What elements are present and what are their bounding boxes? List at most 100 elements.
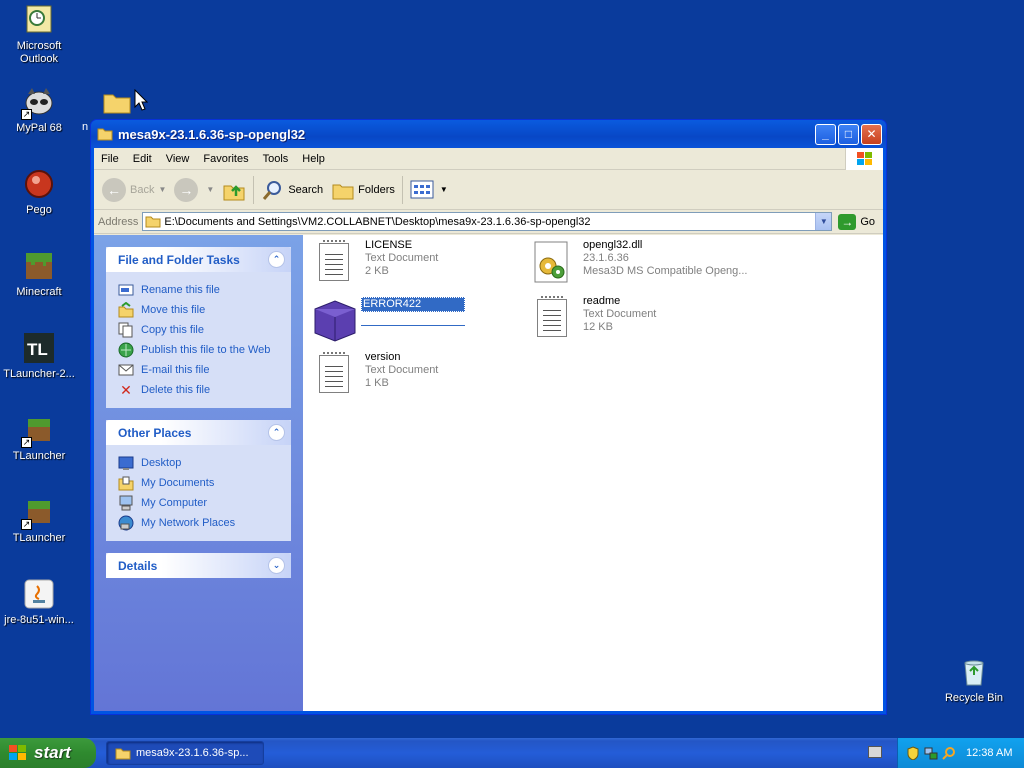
task-rename[interactable]: Rename this file: [118, 280, 291, 300]
desktop-icon-tlauncher-1[interactable]: ↗ TLauncher: [0, 414, 79, 463]
search-icon[interactable]: [942, 746, 956, 760]
collapse-button[interactable]: ⌃: [268, 424, 285, 441]
toolbar-separator: [401, 175, 403, 204]
menu-help[interactable]: Help: [295, 153, 332, 165]
views-button[interactable]: ▼: [406, 174, 452, 206]
windows-logo-icon: [9, 745, 26, 760]
views-icon: [410, 180, 434, 198]
menu-file[interactable]: File: [94, 153, 126, 165]
place-my-computer[interactable]: My Computer: [118, 493, 291, 513]
start-button[interactable]: start: [0, 738, 96, 768]
collapse-button[interactable]: ⌃: [268, 251, 285, 268]
mypal-icon: ↗: [21, 86, 55, 120]
desktop-icon-pego[interactable]: Pego: [0, 168, 79, 217]
address-dropdown-button[interactable]: ▼: [815, 213, 832, 230]
file-item-readme[interactable]: readme Text Document 12 KB: [529, 295, 749, 343]
taskbar-app-explorer[interactable]: mesa9x-23.1.6.36-sp...: [106, 741, 264, 765]
text-document-icon: [529, 295, 577, 343]
back-label: Back: [130, 183, 155, 196]
file-item-opengl32[interactable]: opengl32.dll 23.1.6.36 Mesa3D MS Compati…: [529, 239, 769, 287]
forward-button[interactable]: → ▼: [170, 174, 218, 206]
task-label: Rename this file: [141, 284, 220, 296]
text-document-icon: [311, 239, 359, 287]
place-label: My Documents: [141, 477, 215, 489]
address-bar: Address E:\Documents and Settings\VM2.CO…: [94, 210, 883, 234]
file-name-editing[interactable]: ERROR422: [361, 297, 465, 312]
recycle-bin-icon: [958, 656, 990, 688]
file-name: version: [365, 351, 401, 363]
shortcut-arrow-icon: ↗: [21, 109, 32, 120]
minimize-button[interactable]: _: [815, 123, 836, 145]
menu-view[interactable]: View: [159, 153, 197, 165]
up-folder-icon: [223, 184, 245, 200]
task-publish[interactable]: Publish this file to the Web: [118, 340, 291, 360]
pego-icon: [23, 168, 55, 200]
publish-icon: [118, 342, 134, 358]
shortcut-arrow-icon: ↗: [21, 519, 32, 530]
taskbar: start mesa9x-23.1.6.36-sp... 12:38 AM: [0, 738, 1024, 768]
keyboard-icon[interactable]: [868, 746, 882, 758]
menu-bar: File Edit View Favorites Tools Help: [94, 148, 883, 170]
minimize-icon: _: [822, 127, 829, 141]
minecraft-icon: [23, 250, 55, 282]
desktop-icon-tlauncher-installer[interactable]: TL TLauncher-2...: [0, 332, 79, 381]
menu-favorites[interactable]: Favorites: [196, 153, 255, 165]
title-bar[interactable]: mesa9x-23.1.6.36-sp-opengl32 _ □ ✕: [91, 120, 886, 148]
task-move[interactable]: Move this file: [118, 300, 291, 320]
file-item-license[interactable]: LICENSE Text Document 2 KB: [311, 239, 531, 287]
desktop-icon-mypal[interactable]: ↗ MyPal 68: [0, 86, 79, 135]
file-item-version[interactable]: version Text Document 1 KB: [311, 351, 531, 399]
toolbar-separator: [253, 175, 255, 204]
back-button[interactable]: ← Back ▼: [98, 174, 170, 206]
search-button[interactable]: Search: [257, 174, 327, 206]
menu-tools[interactable]: Tools: [256, 153, 296, 165]
folders-icon: [332, 184, 354, 199]
go-button[interactable]: → Go: [832, 213, 883, 230]
maximize-button[interactable]: □: [838, 123, 859, 145]
system-tray: 12:38 AM: [897, 738, 1024, 768]
my-documents-icon: [118, 475, 134, 491]
clock[interactable]: 12:38 AM: [966, 747, 1012, 759]
other-places-header[interactable]: Other Places ⌃: [106, 420, 291, 445]
tlauncher-logo-icon: TL: [23, 332, 55, 364]
security-shield-icon[interactable]: [906, 746, 920, 760]
task-label: Publish this file to the Web: [141, 344, 271, 356]
address-input[interactable]: E:\Documents and Settings\VM2.COLLABNET\…: [142, 212, 833, 231]
details-header[interactable]: Details ⌄: [106, 553, 291, 578]
close-button[interactable]: ✕: [861, 123, 882, 145]
desktop-icon-recycle-bin[interactable]: Recycle Bin: [934, 656, 1014, 705]
file-item-error422[interactable]: ERROR422: [307, 297, 527, 345]
my-computer-icon: [118, 495, 134, 511]
task-copy[interactable]: Copy this file: [118, 320, 291, 340]
chevron-down-icon: ▼: [206, 185, 215, 194]
file-tasks-header[interactable]: File and Folder Tasks ⌃: [106, 247, 291, 272]
desktop-icon-outlook[interactable]: Microsoft Outlook: [0, 4, 79, 66]
up-folder-button[interactable]: [218, 174, 250, 206]
desktop-icon-minecraft[interactable]: Minecraft: [0, 250, 79, 299]
expand-button[interactable]: ⌄: [268, 557, 285, 574]
file-tasks-list: Rename this file Move this file Copy thi…: [106, 272, 291, 408]
place-network[interactable]: My Network Places: [118, 513, 291, 533]
task-email[interactable]: E-mail this file: [118, 360, 291, 380]
file-list: LICENSE Text Document 2 KB opengl32.dll …: [303, 235, 883, 711]
network-icon[interactable]: [924, 746, 938, 760]
place-my-documents[interactable]: My Documents: [118, 473, 291, 493]
selected-file-name[interactable]: ERROR422: [361, 297, 465, 312]
place-label: My Network Places: [141, 517, 236, 529]
tlauncher-icon: ↗: [21, 496, 55, 530]
menu-edit[interactable]: Edit: [126, 153, 159, 165]
other-places-title: Other Places: [118, 425, 192, 440]
place-desktop[interactable]: Desktop: [118, 453, 291, 473]
folder-icon: [115, 748, 131, 759]
desktop-icon-jre[interactable]: jre-8u51-win...: [0, 578, 79, 627]
desktop-icon-label: Recycle Bin: [944, 692, 1004, 704]
task-delete[interactable]: ✕ Delete this file: [118, 380, 291, 400]
folders-button[interactable]: Folders: [327, 174, 399, 206]
file-size: 1 KB: [365, 377, 389, 389]
chevron-down-icon: ⌄: [272, 560, 281, 570]
file-tasks-title: File and Folder Tasks: [118, 252, 240, 267]
chevron-down-icon: ▼: [158, 185, 167, 194]
window-body: File Edit View Favorites Tools Help ← Ba…: [94, 148, 883, 711]
folder-icon: [101, 86, 133, 118]
desktop-icon-tlauncher-2[interactable]: ↗ TLauncher: [0, 496, 79, 545]
